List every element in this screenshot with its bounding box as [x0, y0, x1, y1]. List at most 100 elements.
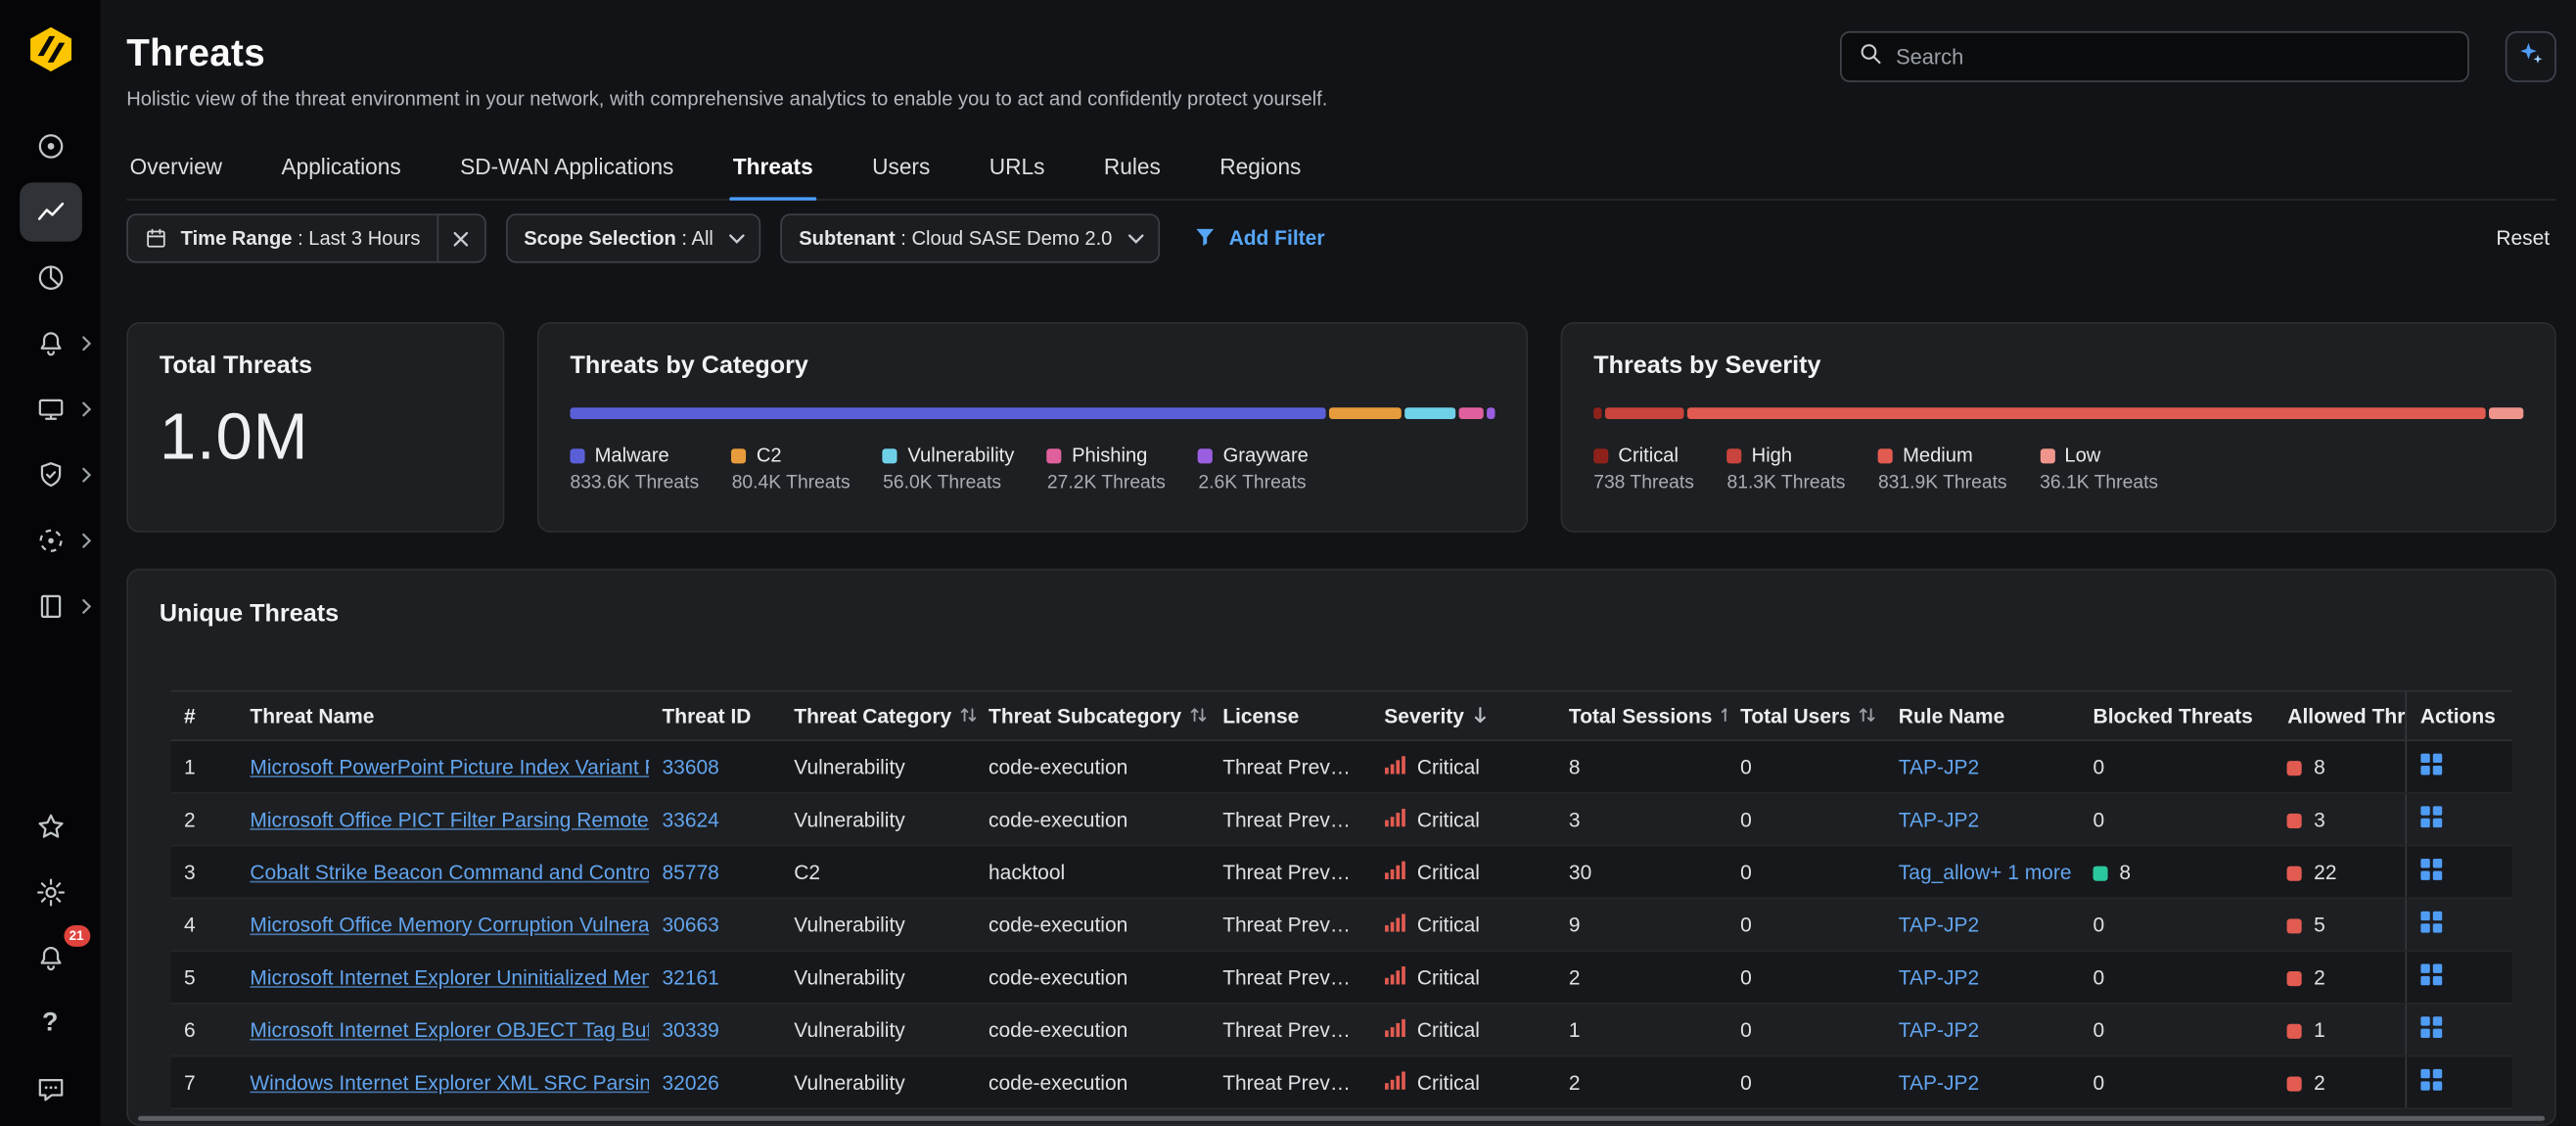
main-content: Threats Holistic view of the threat envi…: [100, 0, 2576, 1126]
col-header-severity[interactable]: Severity: [1371, 691, 1556, 740]
sidebar-item-feedback[interactable]: [19, 1060, 81, 1119]
col-header-num: #: [171, 691, 237, 740]
cell-license: Threat Prevention: [1210, 846, 1371, 899]
filter-pill-time-range[interactable]: Time Range : Last 3 Hours: [126, 213, 485, 262]
legend-name: High: [1752, 444, 1792, 467]
threat-name-link[interactable]: Microsoft Internet Explorer OBJECT Tag B…: [250, 1018, 649, 1042]
threat-id-link[interactable]: 30663: [662, 913, 718, 936]
legend-swatch-icon: [883, 447, 897, 462]
cell-name: Microsoft PowerPoint Picture Index Varia…: [237, 740, 649, 793]
legend-item-low: Low36.1K Threats: [2040, 444, 2158, 493]
row-actions-button[interactable]: [2420, 753, 2444, 776]
sidebar-item-command-center[interactable]: [19, 117, 81, 175]
row-actions-button[interactable]: [2420, 963, 2444, 987]
threat-id-link[interactable]: 30339: [662, 1018, 718, 1042]
threat-id-link[interactable]: 33624: [662, 808, 718, 831]
rule-name-link[interactable]: TAP-JP2: [1899, 913, 1979, 936]
tab-regions[interactable]: Regions: [1217, 140, 1305, 199]
filter-pill-scope-selection[interactable]: Scope Selection : All: [506, 213, 761, 262]
threat-id-link[interactable]: 33608: [662, 755, 718, 778]
sevbars-icon: [1384, 1018, 1405, 1042]
rule-name-link[interactable]: Tag_allow: [1899, 861, 1990, 884]
threat-name-link[interactable]: Microsoft PowerPoint Picture Index Varia…: [250, 755, 649, 778]
horizontal-scrollbar[interactable]: [138, 1116, 2545, 1121]
app-logo-icon[interactable]: [25, 24, 74, 73]
reset-button[interactable]: Reset: [2496, 227, 2556, 251]
tab-rules[interactable]: Rules: [1101, 140, 1165, 199]
close-icon[interactable]: [438, 215, 484, 261]
col-header-threat-category[interactable]: Threat Category: [781, 691, 976, 740]
row-actions-button[interactable]: [2420, 1068, 2444, 1092]
chevron-down-icon[interactable]: [1127, 233, 1144, 245]
rule-name-link[interactable]: TAP-JP2: [1899, 755, 1979, 778]
rule-name-link[interactable]: TAP-JP2: [1899, 808, 1979, 831]
cell-actions: [2407, 1004, 2512, 1056]
col-header-threat-name: Threat Name: [237, 691, 649, 740]
threat-id-link[interactable]: 85778: [662, 861, 718, 884]
row-actions-button[interactable]: [2420, 805, 2444, 828]
threat-name-link[interactable]: Microsoft Office Memory Corruption Vulne…: [250, 913, 649, 936]
cell-severity: Critical: [1371, 740, 1556, 793]
sidebar-item-manage[interactable]: [19, 577, 81, 635]
tab-urls[interactable]: URLs: [986, 140, 1047, 199]
add-filter-button[interactable]: Add Filter: [1193, 224, 1325, 253]
cell-severity: Critical: [1371, 898, 1556, 951]
rule-name-link[interactable]: TAP-JP2: [1899, 965, 1979, 989]
threat-name-link[interactable]: Windows Internet Explorer XML SRC Parsin…: [250, 1071, 649, 1095]
threat-row-32161: 5Microsoft Internet Explorer Uninitializ…: [171, 951, 2512, 1004]
sevbars-icon: [1384, 755, 1405, 778]
tab-applications[interactable]: Applications: [278, 140, 404, 199]
cell-severity: Critical: [1371, 1004, 1556, 1056]
cell-name: Windows Internet Explorer XML SRC Parsin…: [237, 1056, 649, 1108]
threats-by-severity-card: Threats by Severity Critical738 ThreatsH…: [1561, 322, 2556, 533]
cell-blocked: 8: [2080, 846, 2275, 899]
threat-name-link[interactable]: Microsoft Internet Explorer Uninitialize…: [250, 965, 649, 989]
rule-name-link[interactable]: TAP-JP2: [1899, 1018, 1979, 1042]
rule-name-link[interactable]: TAP-JP2: [1899, 1071, 1979, 1095]
legend-name: C2: [757, 444, 782, 467]
row-actions-button[interactable]: [2420, 858, 2444, 881]
tab-threats[interactable]: Threats: [729, 140, 816, 199]
sidebar-item-dashboards[interactable]: [19, 248, 81, 306]
row-actions-button[interactable]: [2420, 1015, 2444, 1039]
sidebar-item-workflows[interactable]: [19, 380, 81, 439]
tab-overview[interactable]: Overview: [126, 140, 225, 199]
threat-row-30339: 6Microsoft Internet Explorer OBJECT Tag …: [171, 1004, 2512, 1056]
tab-users[interactable]: Users: [869, 140, 934, 199]
threat-name-link[interactable]: Cobalt Strike Beacon Command and Control…: [250, 861, 649, 884]
row-actions-button[interactable]: [2420, 911, 2444, 934]
unique-threats-title: Unique Threats: [128, 570, 2554, 628]
legend-swatch-icon: [1878, 447, 1893, 462]
severity-stacked-bar: [1593, 407, 2523, 419]
chevron-down-icon[interactable]: [728, 233, 746, 245]
sidebar-item-notifications[interactable]: 21: [19, 928, 81, 987]
chat-icon: [33, 1073, 67, 1106]
star-icon: [33, 811, 67, 844]
search-box[interactable]: [1840, 31, 2469, 82]
legend-item-malware: Malware833.6K Threats: [570, 444, 699, 493]
col-header-total-sessions[interactable]: Total Sessions: [1556, 691, 1727, 740]
ai-assistant-button[interactable]: [2506, 31, 2556, 82]
sidebar-item-incidents-alerts[interactable]: [19, 314, 81, 373]
monitor-icon: [33, 393, 67, 426]
sidebar-item-objects[interactable]: [19, 511, 81, 570]
sidebar-item-favorites[interactable]: [19, 797, 81, 856]
threat-name-link[interactable]: Microsoft Office PICT Filter Parsing Rem…: [250, 808, 649, 831]
col-header-total-users[interactable]: Total Users: [1727, 691, 1886, 740]
cell-blocked: 0: [2080, 1056, 2275, 1108]
filter-pill-label: Subtenant : Cloud SASE Demo 2.0: [799, 227, 1112, 251]
cell-id: 33608: [649, 740, 781, 793]
sidebar-item-help[interactable]: ?: [19, 995, 81, 1054]
tab-sd-wan-applications[interactable]: SD-WAN Applications: [457, 140, 677, 199]
sidebar-item-security-services[interactable]: [19, 446, 81, 504]
radar-icon: [33, 130, 67, 164]
filter-pill-subtenant[interactable]: Subtenant : Cloud SASE Demo 2.0: [781, 213, 1160, 262]
sidebar-item-activity-insights[interactable]: [19, 182, 81, 241]
threat-id-link[interactable]: 32161: [662, 965, 718, 989]
threat-id-link[interactable]: 32026: [662, 1071, 718, 1095]
rule-name-link[interactable]: + 1 more: [1990, 861, 2071, 884]
col-header-threat-subcategory[interactable]: Threat Subcategory: [976, 691, 1210, 740]
search-input[interactable]: [1896, 44, 2451, 69]
sidebar-item-settings[interactable]: [19, 863, 81, 921]
search-icon: [1858, 40, 1882, 73]
